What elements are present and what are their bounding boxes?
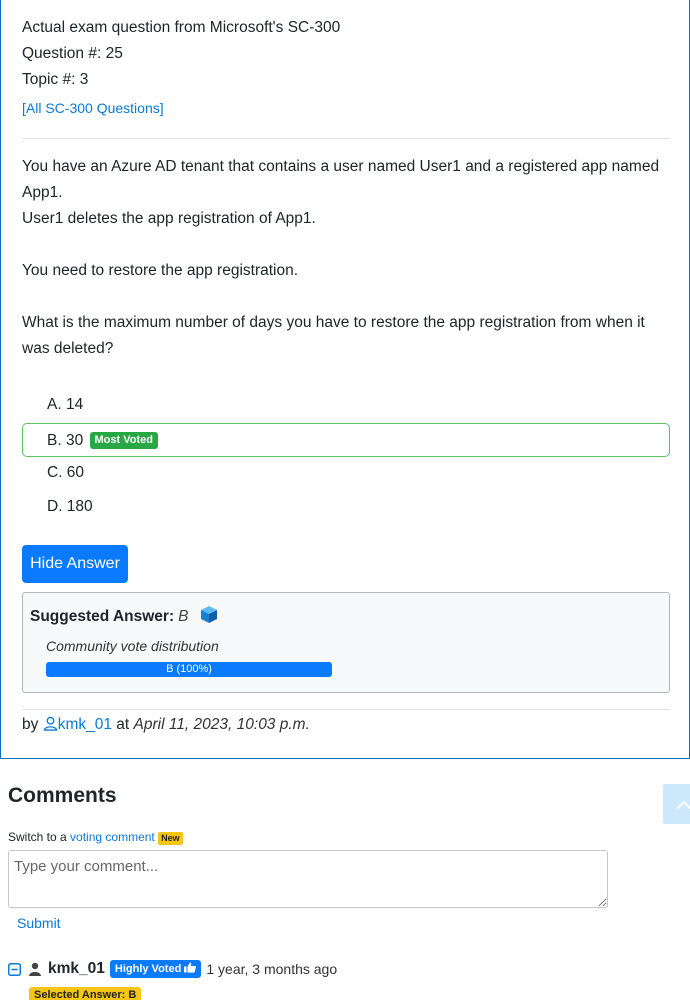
author-name: kmk_01 [57, 716, 112, 733]
suggested-answer-box: Suggested Answer: B Community vote distri… [22, 592, 670, 693]
selected-answer-badge: Selected Answer: B [29, 987, 142, 1000]
scroll-to-top-button[interactable] [663, 784, 690, 824]
comments-heading: Comments [8, 784, 117, 807]
suggested-answer-heading: Suggested Answer: B [30, 604, 219, 629]
switch-text: Switch to a [8, 830, 67, 844]
choice-c[interactable]: C. 60 [22, 456, 670, 490]
byline-prefix: by [22, 716, 39, 733]
submit-button[interactable]: Submit [17, 915, 61, 931]
choice-label: C. 60 [47, 464, 85, 481]
switch-voting-line: Switch to a voting comment New [8, 830, 183, 845]
all-questions-link[interactable]: [All SC-300 Questions] [22, 100, 164, 116]
choice-label: B. 30 [47, 432, 84, 449]
comment-header: kmk_01 Highly Voted 1 year, 3 months ago [8, 958, 337, 980]
question-number: Question #: 25 [22, 45, 123, 62]
suggested-answer-value: B [178, 608, 189, 625]
suggested-answer-label: Suggested Answer: [30, 608, 175, 625]
question-card: Actual exam question from Microsoft's SC… [0, 0, 690, 759]
comment-author[interactable]: kmk_01 [48, 960, 105, 978]
posted-date: April 11, 2023, 10:03 p.m. [133, 716, 310, 733]
topic-number: Topic #: 3 [22, 71, 89, 88]
user-icon [43, 716, 58, 731]
cube-icon [199, 604, 219, 629]
new-badge: New [158, 832, 183, 845]
question-paragraph: You need to restore the app registration… [22, 262, 299, 279]
most-voted-badge: Most Voted [89, 432, 158, 449]
choice-label: A. 14 [47, 396, 84, 413]
hide-answer-button[interactable]: Hide Answer [22, 545, 128, 583]
choice-label: D. 180 [47, 498, 93, 515]
choice-d[interactable]: D. 180 [22, 490, 670, 524]
choice-b[interactable]: B. 30 Most Voted [22, 423, 670, 457]
author-link[interactable]: kmk_01 [43, 716, 112, 733]
highly-voted-label: Highly Voted [114, 963, 182, 975]
exam-source: Actual exam question from Microsoft's SC… [22, 19, 341, 36]
thumbs-up-icon [184, 962, 197, 973]
user-icon [29, 962, 41, 976]
collapse-icon[interactable] [8, 962, 21, 976]
byline: by kmk_01 at April 11, 2023, 10:03 p.m. [22, 716, 310, 734]
question-paragraph: You have an Azure AD tenant that contain… [22, 158, 660, 201]
chevron-up-icon [676, 800, 690, 810]
comment-input[interactable] [8, 850, 608, 908]
divider [22, 138, 670, 139]
vote-distribution-label: Community vote distribution [46, 638, 219, 654]
comment-time: 1 year, 3 months ago [206, 961, 338, 977]
byline-at: at [116, 716, 130, 733]
voting-comment-link[interactable]: voting comment [70, 830, 155, 844]
vote-distribution-bar: B (100%) [46, 662, 332, 677]
highly-voted-badge: Highly Voted [109, 960, 202, 978]
question-paragraph: What is the maximum number of days you h… [22, 314, 645, 357]
choice-a[interactable]: A. 14 [22, 388, 670, 422]
question-paragraph: User1 deletes the app registration of Ap… [22, 210, 316, 227]
divider [22, 709, 670, 710]
